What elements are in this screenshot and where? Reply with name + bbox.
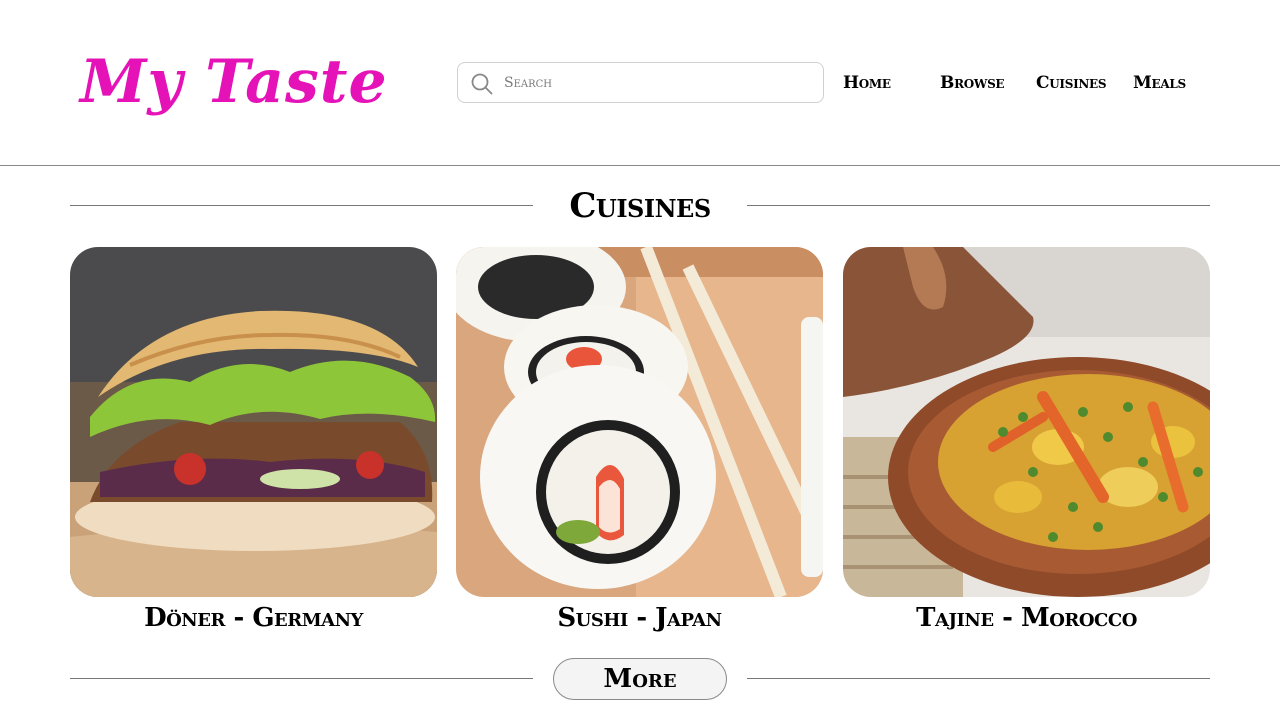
cuisine-card-doner[interactable]: Döner - Germany: [70, 247, 437, 637]
tajine-dish-image[interactable]: [843, 247, 1210, 597]
more-rule-right: [747, 678, 1210, 679]
sushi-rolls-image[interactable]: [456, 247, 823, 597]
nav-cuisines[interactable]: Cuisines: [1036, 70, 1107, 96]
title-rule-left: [70, 205, 533, 206]
nav-home[interactable]: Home: [843, 70, 891, 96]
search-bar[interactable]: [457, 62, 824, 103]
card-caption: Sushi - Japan: [557, 603, 722, 633]
search-icon: [471, 73, 493, 95]
header-divider: [0, 165, 1280, 166]
cuisine-card-sushi[interactable]: Sushi - Japan: [456, 247, 823, 637]
nav-meals[interactable]: Meals: [1133, 70, 1186, 96]
nav-browse[interactable]: Browse: [940, 70, 1005, 96]
section-title: Cuisines: [569, 186, 711, 226]
doner-kebab-image[interactable]: [70, 247, 437, 597]
logo[interactable]: My Taste: [80, 44, 388, 120]
more-rule-left: [70, 678, 533, 679]
search-input[interactable]: [504, 69, 804, 97]
card-caption: Tajine - Morocco: [916, 603, 1137, 633]
title-rule-right: [747, 205, 1210, 206]
more-button[interactable]: More: [553, 658, 727, 700]
cuisine-card-tajine[interactable]: Tajine - Morocco: [843, 247, 1210, 637]
card-caption: Döner - Germany: [144, 603, 363, 633]
